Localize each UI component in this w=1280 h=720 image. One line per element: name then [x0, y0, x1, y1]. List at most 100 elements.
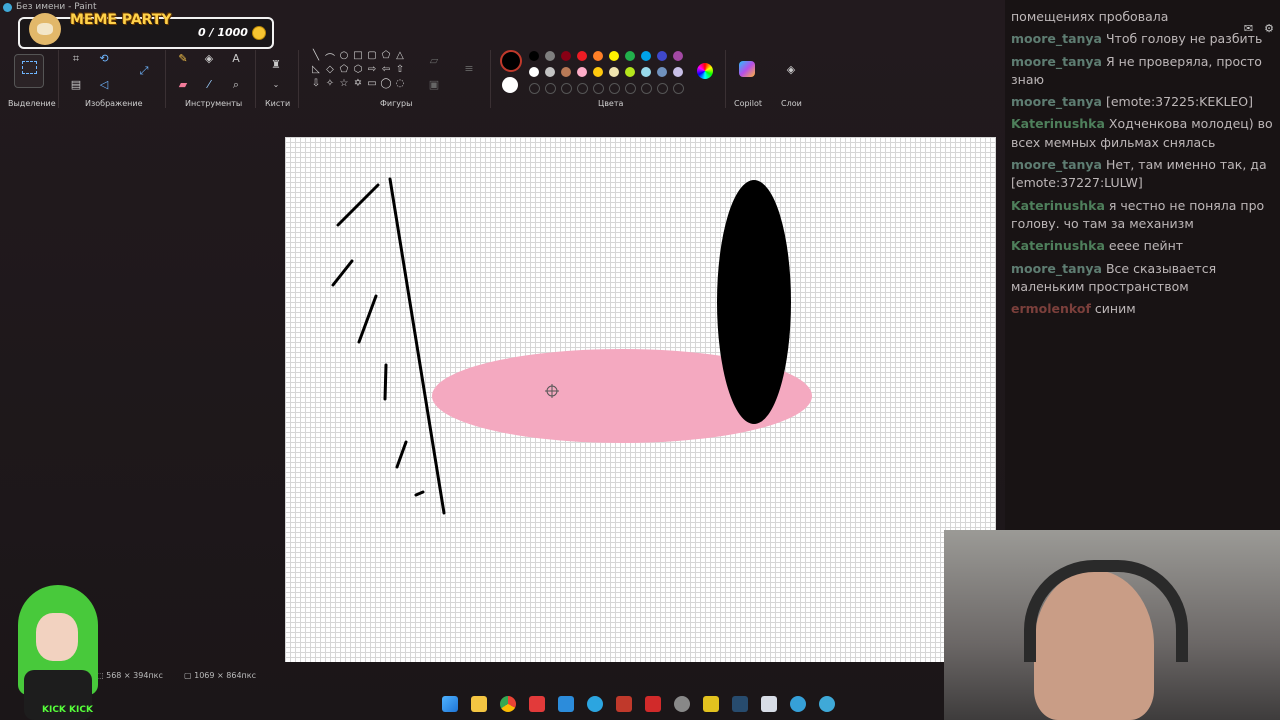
ribbon-divider — [725, 50, 726, 108]
palette-swatch[interactable] — [593, 51, 603, 61]
ribbon-divider — [58, 50, 59, 108]
obs-icon[interactable] — [674, 696, 690, 712]
zoom-icon[interactable]: ⌕ — [227, 76, 245, 94]
palette-swatch[interactable] — [529, 51, 539, 61]
palette-swatch[interactable] — [593, 67, 603, 77]
custom-swatch[interactable] — [529, 83, 540, 94]
custom-swatch[interactable] — [545, 83, 556, 94]
chrome-icon[interactable] — [500, 696, 516, 712]
stroke-size-icon[interactable]: ≡ — [460, 60, 478, 78]
custom-swatch[interactable] — [609, 83, 620, 94]
vtuber-avatar: KICK KICK — [8, 575, 108, 720]
taskbar — [430, 692, 850, 718]
explorer-icon[interactable] — [471, 696, 487, 712]
edit-colors-icon[interactable] — [697, 63, 713, 79]
palette-swatch[interactable] — [561, 67, 571, 77]
chat-icon[interactable]: ✉ — [1244, 22, 1253, 35]
palette-swatch[interactable] — [657, 67, 667, 77]
app-icon-window[interactable] — [761, 696, 777, 712]
text-icon[interactable]: A — [227, 50, 245, 68]
copilot-icon[interactable] — [739, 61, 755, 77]
custom-swatch[interactable] — [657, 83, 668, 94]
chat-username[interactable]: moore_tanya — [1011, 157, 1102, 172]
telegram-icon[interactable] — [587, 696, 603, 712]
outline-icon[interactable]: ▱ — [425, 52, 443, 70]
ribbon-divider — [490, 50, 491, 108]
custom-swatch[interactable] — [625, 83, 636, 94]
shape-fill-icon[interactable]: ▣ — [425, 76, 443, 94]
group-label-brushes: Кисти — [265, 99, 291, 108]
webcam-feed — [944, 530, 1280, 720]
palette-swatch[interactable] — [609, 51, 619, 61]
chat-username[interactable]: Katerinushka — [1011, 198, 1105, 213]
selection-tool-button[interactable] — [14, 54, 44, 88]
group-label-image: Изображение — [85, 99, 143, 108]
layers-icon[interactable]: ◈ — [782, 61, 800, 79]
chat-username[interactable]: Katerinushka — [1011, 116, 1105, 131]
eraser-icon[interactable]: ▰ — [174, 76, 192, 94]
chat-username[interactable]: moore_tanya — [1011, 94, 1102, 109]
vscode-icon[interactable] — [558, 696, 574, 712]
chat-username[interactable]: moore_tanya — [1011, 261, 1102, 276]
chat-text: ееее пейнт — [1108, 238, 1184, 254]
palette-swatch[interactable] — [625, 67, 635, 77]
window-title: Без имени - Paint — [16, 2, 97, 12]
chevron-down-icon[interactable]: ⌄ — [267, 76, 285, 94]
chat-message: moore_tanya Я не проверяла, просто знаю — [1011, 53, 1273, 90]
paint-taskbar-icon[interactable] — [819, 696, 835, 712]
rotate-icon[interactable]: ⟲ — [95, 50, 113, 68]
palette-swatch[interactable] — [545, 67, 555, 77]
app-icon[interactable] — [616, 696, 632, 712]
yandex-icon[interactable] — [529, 696, 545, 712]
palette-swatch[interactable] — [657, 51, 667, 61]
palette-swatch[interactable] — [641, 67, 651, 77]
palette-swatch[interactable] — [577, 67, 587, 77]
custom-swatch[interactable] — [561, 83, 572, 94]
chat-text: Чтоб голову не разбить — [1105, 31, 1263, 47]
fill-icon[interactable]: ◈ — [200, 50, 218, 68]
chat-message: Katerinushka Ходченкова молодец) во всех… — [1011, 115, 1273, 152]
palette-swatch[interactable] — [673, 67, 683, 77]
custom-swatch[interactable] — [577, 83, 588, 94]
chat-message: ermolenkof синим — [1011, 300, 1273, 318]
pencil-icon[interactable]: ✎ — [174, 50, 192, 68]
primary-color[interactable] — [500, 50, 522, 72]
steam-icon[interactable] — [732, 696, 748, 712]
canvas-size-status: ▢ 1069 × 864пкс — [184, 671, 256, 680]
picker-icon[interactable]: ⁄ — [200, 76, 218, 94]
app-icon-yellow[interactable] — [703, 696, 719, 712]
palette-swatch[interactable] — [529, 67, 539, 77]
custom-swatch[interactable] — [641, 83, 652, 94]
group-label-layers: Слои — [781, 99, 802, 108]
chat-username[interactable]: ermolenkof — [1011, 301, 1091, 316]
black-ellipse — [717, 180, 791, 424]
palette-swatch[interactable] — [673, 51, 683, 61]
palette-swatch[interactable] — [641, 51, 651, 61]
chat-message: moore_tanya Все сказывается маленьким пр… — [1011, 260, 1273, 297]
resize-icon[interactable]: ⤢ — [135, 62, 153, 80]
palette-swatch[interactable] — [577, 51, 587, 61]
palette-swatch[interactable] — [561, 51, 571, 61]
chat-username[interactable]: moore_tanya — [1011, 31, 1102, 46]
palette-swatch[interactable] — [609, 67, 619, 77]
paint-app-icon — [3, 3, 12, 12]
brush-icon[interactable]: ♜ — [267, 56, 285, 74]
palette-swatch[interactable] — [545, 51, 555, 61]
secondary-color[interactable] — [502, 77, 518, 93]
stream-chat: помещениях пробовала moore_tanya Чтоб гол… — [1005, 0, 1280, 530]
chat-username[interactable]: Katerinushka — [1011, 238, 1105, 253]
custom-swatch[interactable] — [673, 83, 684, 94]
group-label-colors: Цвета — [598, 99, 624, 108]
browser-icon[interactable] — [790, 696, 806, 712]
drawing-canvas[interactable] — [285, 137, 996, 662]
filter-icon[interactable]: ▤ — [67, 76, 85, 94]
custom-swatch[interactable] — [593, 83, 604, 94]
flip-icon[interactable]: ◁ — [95, 76, 113, 94]
chat-messages: помещениях пробовала moore_tanya Чтоб гол… — [1011, 8, 1273, 322]
app-icon-red[interactable] — [645, 696, 661, 712]
start-icon[interactable] — [442, 696, 458, 712]
chat-username[interactable]: moore_tanya — [1011, 54, 1102, 69]
settings-icon[interactable]: ⚙ — [1264, 22, 1274, 35]
palette-swatch[interactable] — [625, 51, 635, 61]
crop-icon[interactable]: ⌗ — [67, 50, 85, 68]
